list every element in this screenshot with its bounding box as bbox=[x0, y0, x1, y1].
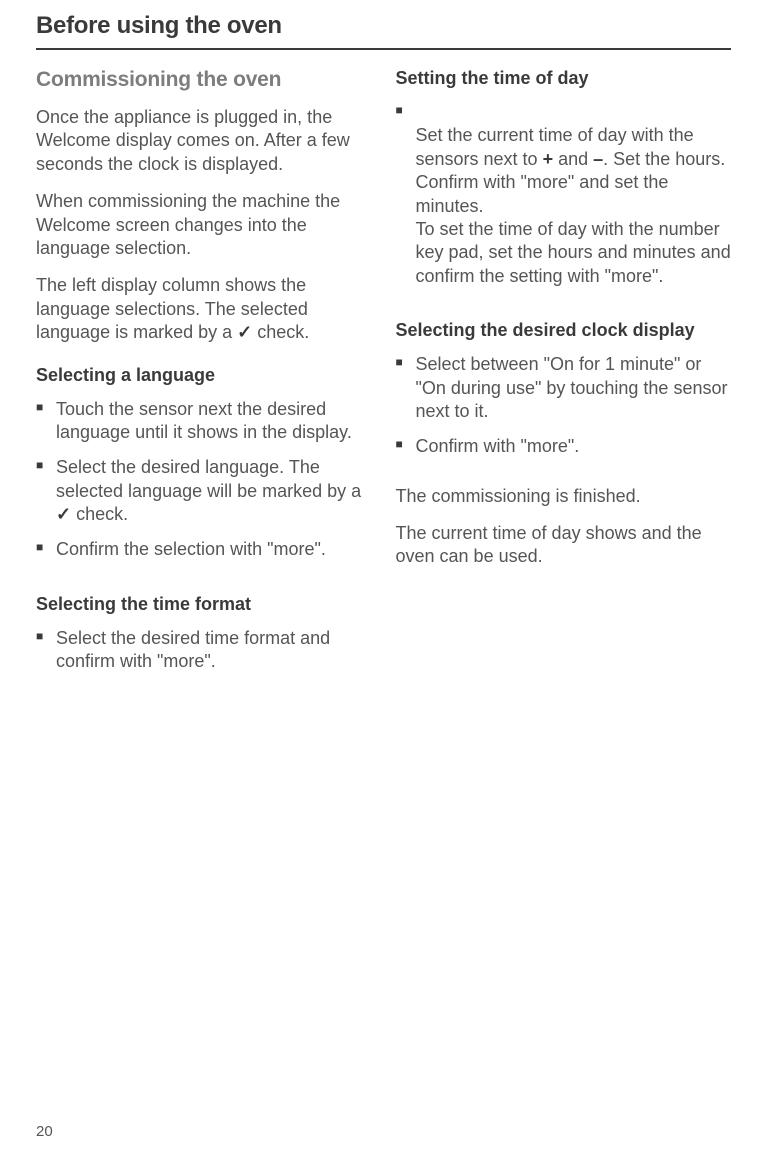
section-heading-commissioning: Commissioning the oven bbox=[36, 68, 372, 92]
step-mid: and bbox=[553, 149, 593, 169]
steps-selecting-time-format: Select the desired time format and confi… bbox=[36, 627, 372, 686]
sub-heading-selecting-language: Selecting a language bbox=[36, 365, 372, 386]
intro-paragraph-1: Once the appliance is plugged in, the We… bbox=[36, 106, 372, 176]
list-item: Touch the sensor next the desired langua… bbox=[36, 398, 372, 445]
left-column: Commissioning the oven Once the applianc… bbox=[36, 68, 372, 700]
list-item: Confirm with "more". bbox=[396, 435, 732, 458]
check-icon: ✓ bbox=[237, 321, 252, 344]
right-column: Setting the time of day Set the current … bbox=[396, 68, 732, 700]
page-title: Before using the oven bbox=[36, 12, 731, 50]
intro-paragraph-2: When commissioning the machine the Welco… bbox=[36, 190, 372, 260]
minus-symbol: – bbox=[593, 149, 603, 169]
sub-heading-selecting-time-format: Selecting the time format bbox=[36, 594, 372, 615]
closing-paragraph-1: The commissioning is finished. bbox=[396, 485, 732, 508]
sub-heading-setting-time-of-day: Setting the time of day bbox=[396, 68, 732, 89]
steps-setting-time-of-day: Set the current time of day with the sen… bbox=[396, 101, 732, 300]
plus-symbol: + bbox=[543, 149, 554, 169]
steps-selecting-language: Touch the sensor next the desired langua… bbox=[36, 398, 372, 574]
list-item: Select the desired language. The selecte… bbox=[36, 456, 372, 526]
check-icon: ✓ bbox=[56, 503, 71, 526]
list-item: Select between "On for 1 minute" or "On … bbox=[396, 353, 732, 423]
intro-p3-post: check. bbox=[252, 322, 309, 342]
sub-heading-selecting-clock-display: Selecting the desired clock display bbox=[396, 320, 732, 341]
list-item: Select the desired time format and confi… bbox=[36, 627, 372, 674]
content-columns: Commissioning the oven Once the applianc… bbox=[36, 68, 731, 700]
list-item: Confirm the selection with "more". bbox=[36, 538, 372, 561]
closing-paragraph-2: The current time of day shows and the ov… bbox=[396, 522, 732, 569]
step-post: . Set the hours. Confirm with "more" and… bbox=[416, 149, 731, 286]
step2-post: check. bbox=[71, 504, 128, 524]
list-item: Set the current time of day with the sen… bbox=[396, 101, 732, 288]
intro-paragraph-3: The left display column shows the langua… bbox=[36, 274, 372, 344]
page-number: 20 bbox=[36, 1123, 53, 1140]
step2-pre: Select the desired language. The selecte… bbox=[56, 457, 361, 500]
steps-selecting-clock-display: Select between "On for 1 minute" or "On … bbox=[396, 353, 732, 471]
